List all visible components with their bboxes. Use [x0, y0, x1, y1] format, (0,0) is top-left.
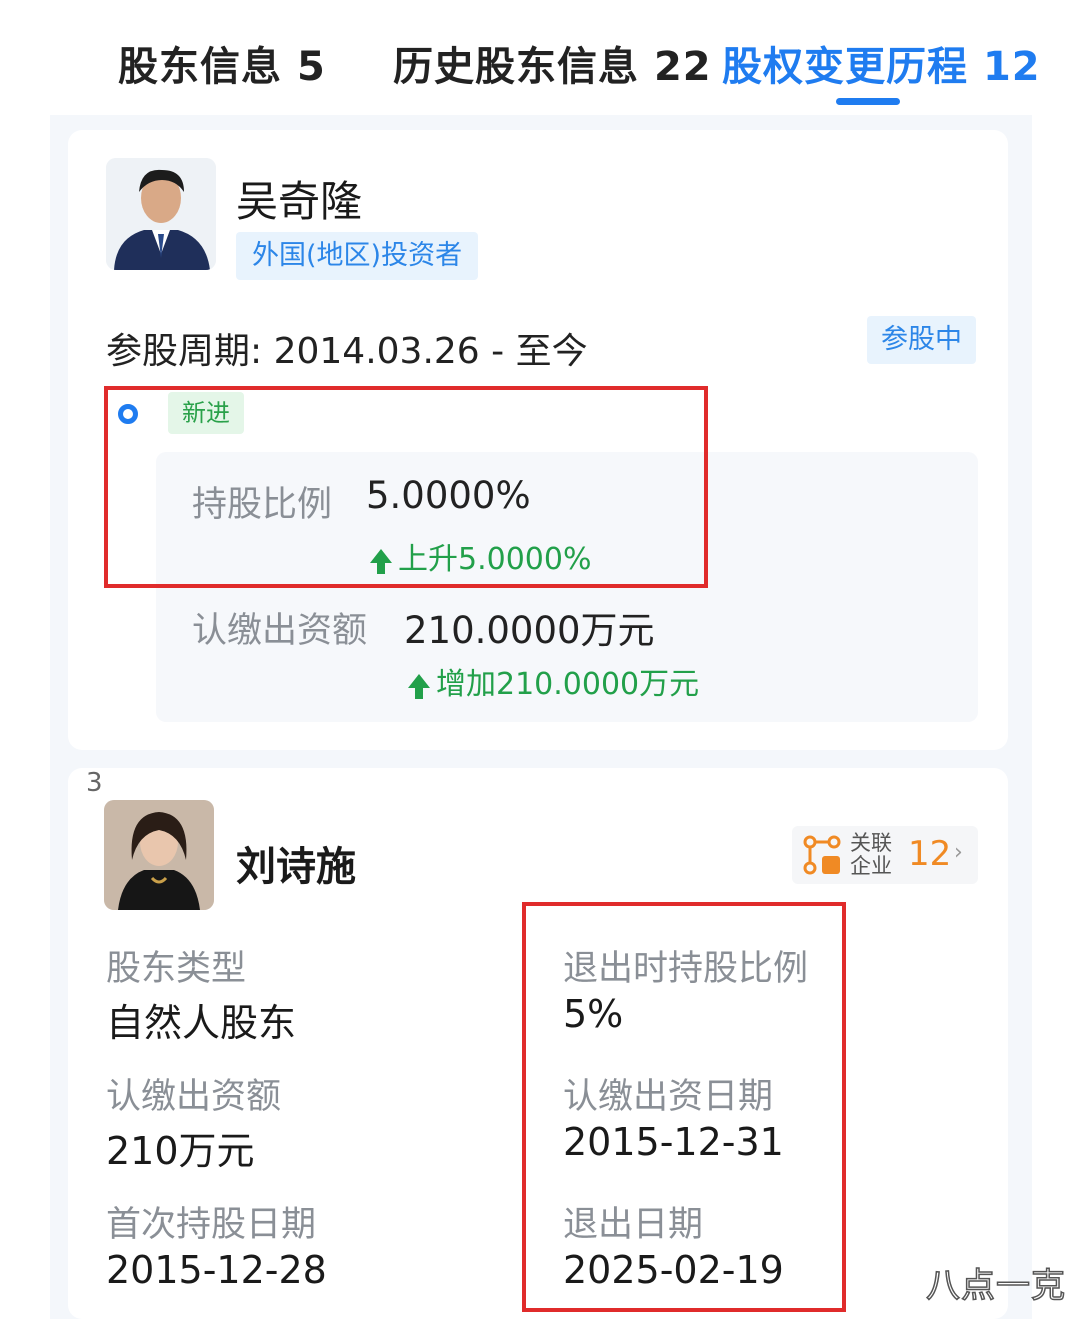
capital-label: 认缴出资额 — [106, 1077, 282, 1117]
holding-period: 参股周期: 2014.03.26 - 至今 — [106, 331, 588, 372]
avatar — [106, 158, 216, 270]
highlight-box — [104, 386, 708, 588]
capital-value: 210.0000万元 — [404, 609, 655, 652]
row-index: 3 — [86, 768, 103, 798]
tab-history-shareholders[interactable]: 历史股东信息 22 — [393, 34, 712, 92]
investor-type-tag: 外国(地区)投资者 — [236, 232, 479, 280]
capital-label: 认缴出资额 — [192, 611, 368, 651]
related-companies-label: 关联 企业 — [850, 831, 892, 878]
tab-bar: 股东信息 5 历史股东信息 22 股权变更历程 12 — [0, 0, 1080, 115]
first-holding-date-value: 2015-12-28 — [106, 1248, 327, 1292]
shareholder-type-value: 自然人股东 — [106, 1001, 297, 1045]
tab-shareholders[interactable]: 股东信息 5 — [118, 34, 326, 92]
capital-value: 210万元 — [106, 1129, 255, 1173]
shareholder-name[interactable]: 刘诗施 — [236, 834, 356, 892]
network-icon — [803, 835, 841, 875]
first-holding-date-label: 首次持股日期 — [106, 1205, 317, 1245]
tab-equity-changes[interactable]: 股权变更历程 12 — [722, 34, 1041, 92]
shareholder-type-label: 股东类型 — [106, 949, 247, 989]
avatar — [104, 800, 214, 910]
arrow-up-icon — [408, 674, 430, 699]
related-companies-count: 12 — [908, 834, 952, 874]
chevron-right-icon: › — [954, 840, 963, 865]
status-badge: 参股中 — [867, 316, 976, 364]
capital-delta: 增加210.0000万元 — [408, 659, 699, 703]
highlight-box — [522, 902, 846, 1312]
watermark: 八点一克 — [925, 1265, 1066, 1307]
related-companies-button[interactable]: 关联 企业 12 › — [792, 826, 978, 884]
active-tab-indicator — [836, 98, 900, 105]
shareholder-name[interactable]: 吴奇隆 — [236, 168, 362, 229]
